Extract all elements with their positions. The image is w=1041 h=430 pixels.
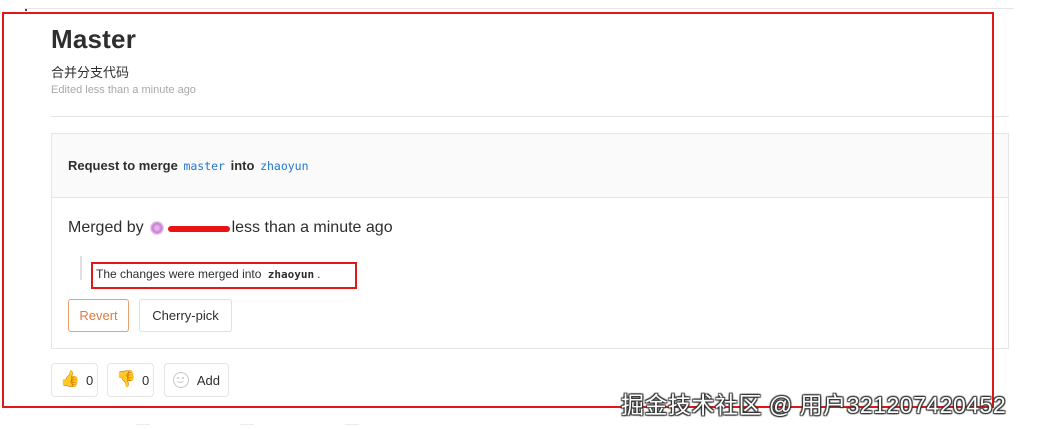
faint-mark [240,424,254,429]
faint-mark [136,424,150,429]
annotation-box-outer [2,12,994,408]
watermark: 掘金技术社区 @ 用户3212074204​52 [621,392,1007,418]
faint-mark [345,424,359,429]
top-divider [24,8,1014,9]
stray-dot [25,9,27,11]
